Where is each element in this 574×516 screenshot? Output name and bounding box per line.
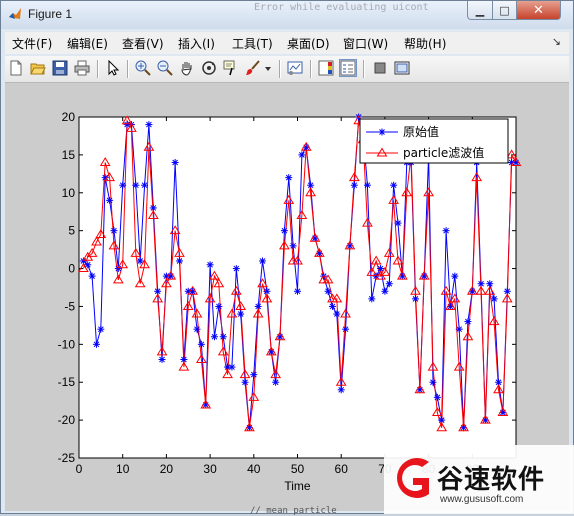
y-tick-label: 15 <box>62 148 76 162</box>
link-plot-icon[interactable] <box>286 59 304 77</box>
watermark-url-text: www.gususoft.com <box>440 494 524 505</box>
legend-label: particle滤波值 <box>403 145 484 160</box>
x-tick-label: 10 <box>116 462 130 476</box>
menu-help[interactable]: 帮助(H) <box>404 35 446 52</box>
close-icon: ✕ <box>533 2 544 18</box>
zoom-in-icon[interactable] <box>134 59 152 77</box>
toolbar-separator <box>310 60 312 78</box>
hide-plot-tools-icon[interactable] <box>371 59 389 77</box>
show-plot-tools-icon[interactable] <box>393 59 411 77</box>
menu-tools[interactable]: 工具(T) <box>232 35 273 52</box>
y-tick-label: 10 <box>62 186 76 200</box>
minimize-button[interactable]: ▁ <box>467 1 493 20</box>
legend-icon[interactable] <box>339 59 357 77</box>
background-console-text: Error while evaluating uicont <box>254 2 429 13</box>
gusu-logo-icon <box>397 458 429 498</box>
figure-toolbar <box>5 56 569 83</box>
data-cursor-icon[interactable] <box>222 59 240 77</box>
menu-file[interactable]: 文件(F) <box>12 35 52 52</box>
matlab-logo-icon <box>9 8 21 19</box>
pointer-icon[interactable] <box>104 59 122 77</box>
y-tick-label: -10 <box>58 337 76 351</box>
x-axis-label: Time <box>284 479 311 493</box>
menu-insert[interactable]: 插入(I) <box>178 35 215 52</box>
x-tick-label: 50 <box>291 462 305 476</box>
open-file-icon[interactable] <box>29 59 47 77</box>
print-icon[interactable] <box>73 59 91 77</box>
menu-desktop[interactable]: 桌面(D) <box>287 35 330 52</box>
y-tick-label: 0 <box>68 262 75 276</box>
brush-icon[interactable] <box>244 59 262 77</box>
menu-edit[interactable]: 编辑(E) <box>67 35 108 52</box>
x-tick-label: 0 <box>76 462 83 476</box>
rotate-3d-icon[interactable] <box>200 59 218 77</box>
y-tick-label: 5 <box>68 224 75 238</box>
x-tick-label: 40 <box>247 462 261 476</box>
y-tick-label: -20 <box>58 413 76 427</box>
x-tick-label: 30 <box>203 462 217 476</box>
new-figure-icon[interactable] <box>7 59 25 77</box>
window-title: Figure 1 <box>28 7 73 21</box>
menu-view[interactable]: 查看(V) <box>122 35 164 52</box>
x-tick-label: 20 <box>160 462 174 476</box>
zoom-out-icon[interactable] <box>156 59 174 77</box>
background-code-text: // mean particle <box>250 506 337 516</box>
colorbar-icon[interactable] <box>317 59 335 77</box>
menu-bar: 文件(F) 编辑(E) 查看(V) 插入(I) 工具(T) 桌面(D) 窗口(W… <box>5 32 569 54</box>
toolbar-separator <box>127 60 129 78</box>
menu-window[interactable]: 窗口(W) <box>343 35 388 52</box>
x-tick-label: 60 <box>335 462 349 476</box>
minimize-icon: ▁ <box>475 3 485 17</box>
y-tick-label: -25 <box>58 451 76 465</box>
maximize-button[interactable]: □ <box>492 1 517 20</box>
maximize-icon: □ <box>499 3 510 17</box>
y-tick-label: 20 <box>62 110 76 124</box>
menu-dock-arrow-icon[interactable]: ↘ <box>552 35 561 48</box>
close-button[interactable]: ✕ <box>516 1 561 20</box>
save-icon[interactable] <box>51 59 69 77</box>
figure-window: Figure 1 ▁ □ ✕ 文件(F) 编辑(E) 查看(V) 插入(I) 工… <box>0 0 574 514</box>
toolbar-separator <box>279 60 281 78</box>
y-tick-label: -5 <box>64 299 75 313</box>
toolbar-separator <box>97 60 99 78</box>
toolbar-separator <box>363 60 365 78</box>
y-tick-label: -15 <box>58 375 76 389</box>
pan-hand-icon[interactable] <box>178 59 196 77</box>
legend-label: 原始值 <box>403 124 439 139</box>
brush-dropdown-icon[interactable] <box>263 59 273 77</box>
watermark-brand-text: 谷速软件 <box>437 465 546 495</box>
